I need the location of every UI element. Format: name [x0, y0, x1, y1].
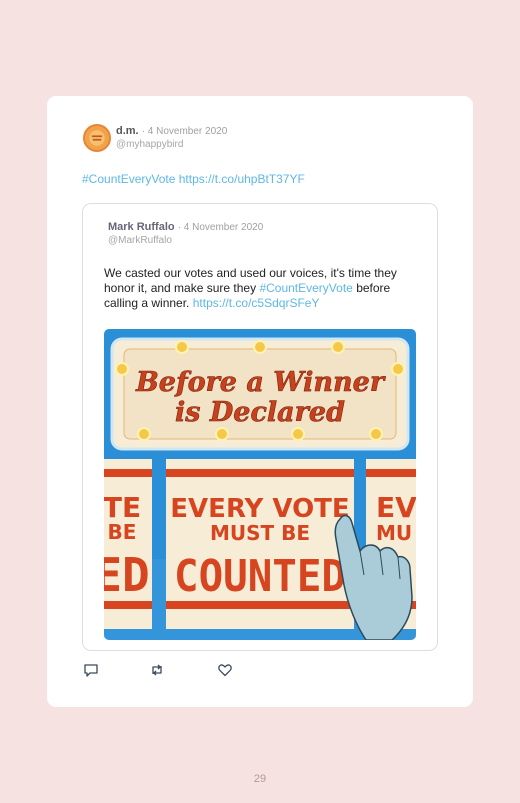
tweet-link[interactable]: https://t.co/uhpBtT37YF	[179, 172, 305, 186]
tweet-date: · 4 November 2020	[141, 126, 228, 137]
quoted-tweet[interactable]: Mark Ruffalo · 4 November 2020 @MarkRuff…	[82, 203, 438, 651]
quoted-hashtag-link[interactable]: #CountEveryVote	[259, 281, 352, 295]
retweet-icon[interactable]	[149, 662, 165, 678]
quoted-author-handle[interactable]: @MarkRuffalo	[108, 235, 172, 246]
marquee-line2: is Declared	[175, 397, 345, 428]
quoted-tweet-image[interactable]: Before a Winner is Declared TE BE ED EVE…	[104, 329, 416, 640]
right-sign-line2: MU	[376, 521, 412, 545]
right-sign-line1: EV	[376, 491, 416, 524]
tweet-text: #CountEveryVote https://t.co/uhpBtT37YF	[82, 172, 305, 186]
left-sign-line2: BE	[108, 520, 137, 544]
reply-icon[interactable]	[83, 662, 99, 678]
quoted-tweet-link[interactable]: https://t.co/c5SdqrSFeY	[193, 296, 320, 310]
sign-line2: MUST BE	[210, 521, 310, 545]
heart-icon[interactable]	[217, 662, 233, 678]
avatar[interactable]	[83, 124, 111, 152]
author-name[interactable]: d.m.	[116, 125, 139, 137]
quoted-tweet-text: We casted our votes and used our voices,…	[104, 266, 424, 311]
marquee-line1: Before a Winner	[135, 367, 386, 398]
sign-line3: COUNTED	[174, 551, 346, 602]
left-sign-line3: ED	[104, 548, 150, 602]
quoted-tweet-date: · 4 November 2020	[177, 222, 264, 233]
sign-line1: EVERY VOTE	[170, 494, 349, 524]
quoted-text-part1: We casted our votes and used our voices,…	[104, 266, 397, 295]
author-handle[interactable]: @myhappybird	[116, 139, 183, 150]
hashtag-link[interactable]: #CountEveryVote	[82, 172, 175, 186]
page-number: 29	[253, 773, 267, 785]
poster-illustration: Before a Winner is Declared TE BE ED EVE…	[104, 329, 416, 640]
quoted-author-name[interactable]: Mark Ruffalo	[108, 221, 175, 233]
tweet-card: d.m. · 4 November 2020 @myhappybird #Cou…	[47, 96, 473, 707]
avatar-badge-icon	[85, 126, 109, 150]
